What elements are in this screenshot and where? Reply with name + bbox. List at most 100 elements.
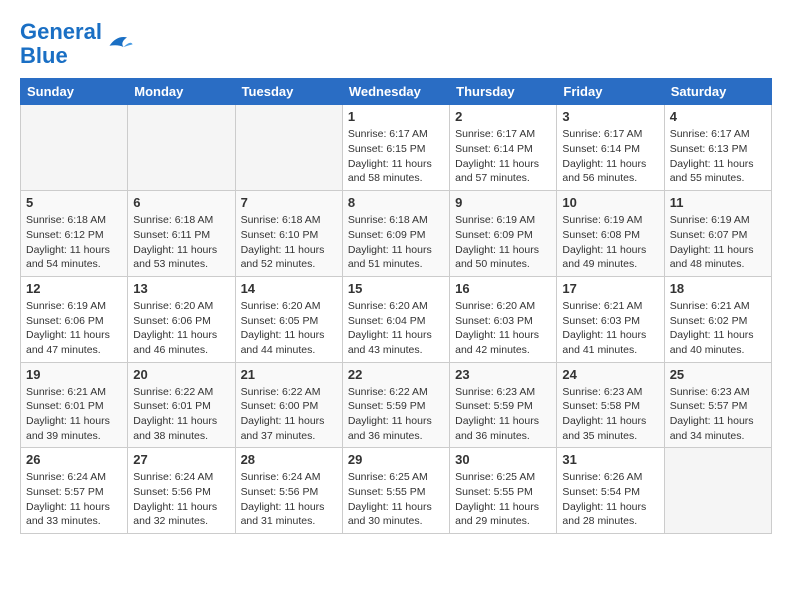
day-number: 10 xyxy=(562,195,658,210)
day-number: 8 xyxy=(348,195,444,210)
day-info: Sunrise: 6:18 AM Sunset: 6:09 PM Dayligh… xyxy=(348,213,444,272)
column-header-sunday: Sunday xyxy=(21,79,128,105)
day-number: 5 xyxy=(26,195,122,210)
day-info: Sunrise: 6:24 AM Sunset: 5:57 PM Dayligh… xyxy=(26,470,122,529)
day-info: Sunrise: 6:25 AM Sunset: 5:55 PM Dayligh… xyxy=(455,470,551,529)
calendar-cell: 21Sunrise: 6:22 AM Sunset: 6:00 PM Dayli… xyxy=(235,362,342,448)
day-info: Sunrise: 6:19 AM Sunset: 6:08 PM Dayligh… xyxy=(562,213,658,272)
calendar-cell xyxy=(664,448,771,534)
calendar-cell: 9 Sunrise: 6:19 AM Sunset: 6:09 PM Daylig… xyxy=(450,191,557,277)
day-number: 30 xyxy=(455,452,551,467)
day-number: 31 xyxy=(562,452,658,467)
day-info: Sunrise: 6:23 AM Sunset: 5:59 PM Dayligh… xyxy=(455,385,551,444)
day-info: Sunrise: 6:18 AM Sunset: 6:11 PM Dayligh… xyxy=(133,213,229,272)
day-info: Sunrise: 6:20 AM Sunset: 6:04 PM Dayligh… xyxy=(348,299,444,358)
logo: GeneralBlue xyxy=(20,20,134,68)
calendar-table: SundayMondayTuesdayWednesdayThursdayFrid… xyxy=(20,78,772,534)
day-number: 28 xyxy=(241,452,337,467)
day-number: 18 xyxy=(670,281,766,296)
day-number: 13 xyxy=(133,281,229,296)
calendar-cell xyxy=(21,105,128,191)
day-info: Sunrise: 6:21 AM Sunset: 6:01 PM Dayligh… xyxy=(26,385,122,444)
day-number: 11 xyxy=(670,195,766,210)
day-number: 26 xyxy=(26,452,122,467)
calendar-cell: 16 Sunrise: 6:20 AM Sunset: 6:03 PM Dayli… xyxy=(450,276,557,362)
calendar-cell: 4Sunrise: 6:17 AM Sunset: 6:13 PM Daylig… xyxy=(664,105,771,191)
calendar-cell: 23 Sunrise: 6:23 AM Sunset: 5:59 PM Dayli… xyxy=(450,362,557,448)
day-number: 9 xyxy=(455,195,551,210)
day-number: 22 xyxy=(348,367,444,382)
calendar-cell: 7Sunrise: 6:18 AM Sunset: 6:10 PM Daylig… xyxy=(235,191,342,277)
calendar-week-row: 12Sunrise: 6:19 AM Sunset: 6:06 PM Dayli… xyxy=(21,276,772,362)
calendar-week-row: 1 Sunrise: 6:17 AM Sunset: 6:15 PM Daylig… xyxy=(21,105,772,191)
calendar-cell: 15 Sunrise: 6:20 AM Sunset: 6:04 PM Dayli… xyxy=(342,276,449,362)
day-info: Sunrise: 6:24 AM Sunset: 5:56 PM Dayligh… xyxy=(241,470,337,529)
day-info: Sunrise: 6:17 AM Sunset: 6:14 PM Dayligh… xyxy=(455,127,551,186)
day-number: 15 xyxy=(348,281,444,296)
calendar-cell: 30 Sunrise: 6:25 AM Sunset: 5:55 PM Dayli… xyxy=(450,448,557,534)
day-info: Sunrise: 6:19 AM Sunset: 6:07 PM Dayligh… xyxy=(670,213,766,272)
calendar-cell: 18 Sunrise: 6:21 AM Sunset: 6:02 PM Dayli… xyxy=(664,276,771,362)
calendar-cell: 24Sunrise: 6:23 AM Sunset: 5:58 PM Dayli… xyxy=(557,362,664,448)
calendar-cell: 26 Sunrise: 6:24 AM Sunset: 5:57 PM Dayli… xyxy=(21,448,128,534)
day-number: 6 xyxy=(133,195,229,210)
column-header-thursday: Thursday xyxy=(450,79,557,105)
day-info: Sunrise: 6:17 AM Sunset: 6:14 PM Dayligh… xyxy=(562,127,658,186)
column-header-monday: Monday xyxy=(128,79,235,105)
calendar-cell: 8 Sunrise: 6:18 AM Sunset: 6:09 PM Daylig… xyxy=(342,191,449,277)
page-header: GeneralBlue xyxy=(20,20,772,68)
day-info: Sunrise: 6:23 AM Sunset: 5:57 PM Dayligh… xyxy=(670,385,766,444)
day-info: Sunrise: 6:21 AM Sunset: 6:02 PM Dayligh… xyxy=(670,299,766,358)
day-number: 27 xyxy=(133,452,229,467)
calendar-cell xyxy=(235,105,342,191)
logo-bird-icon xyxy=(106,30,134,58)
column-header-tuesday: Tuesday xyxy=(235,79,342,105)
day-info: Sunrise: 6:21 AM Sunset: 6:03 PM Dayligh… xyxy=(562,299,658,358)
day-info: Sunrise: 6:22 AM Sunset: 6:01 PM Dayligh… xyxy=(133,385,229,444)
calendar-cell xyxy=(128,105,235,191)
calendar-cell: 27 Sunrise: 6:24 AM Sunset: 5:56 PM Dayli… xyxy=(128,448,235,534)
calendar-cell: 17Sunrise: 6:21 AM Sunset: 6:03 PM Dayli… xyxy=(557,276,664,362)
day-number: 23 xyxy=(455,367,551,382)
day-info: Sunrise: 6:17 AM Sunset: 6:15 PM Dayligh… xyxy=(348,127,444,186)
calendar-cell: 3Sunrise: 6:17 AM Sunset: 6:14 PM Daylig… xyxy=(557,105,664,191)
calendar-week-row: 19 Sunrise: 6:21 AM Sunset: 6:01 PM Dayli… xyxy=(21,362,772,448)
day-number: 19 xyxy=(26,367,122,382)
day-info: Sunrise: 6:18 AM Sunset: 6:10 PM Dayligh… xyxy=(241,213,337,272)
day-number: 2 xyxy=(455,109,551,124)
calendar-cell: 13 Sunrise: 6:20 AM Sunset: 6:06 PM Dayli… xyxy=(128,276,235,362)
day-info: Sunrise: 6:17 AM Sunset: 6:13 PM Dayligh… xyxy=(670,127,766,186)
calendar-cell: 31Sunrise: 6:26 AM Sunset: 5:54 PM Dayli… xyxy=(557,448,664,534)
calendar-cell: 25 Sunrise: 6:23 AM Sunset: 5:57 PM Dayli… xyxy=(664,362,771,448)
calendar-week-row: 5 Sunrise: 6:18 AM Sunset: 6:12 PM Daylig… xyxy=(21,191,772,277)
day-info: Sunrise: 6:20 AM Sunset: 6:05 PM Dayligh… xyxy=(241,299,337,358)
calendar-cell: 19 Sunrise: 6:21 AM Sunset: 6:01 PM Dayli… xyxy=(21,362,128,448)
calendar-cell: 2 Sunrise: 6:17 AM Sunset: 6:14 PM Daylig… xyxy=(450,105,557,191)
day-info: Sunrise: 6:25 AM Sunset: 5:55 PM Dayligh… xyxy=(348,470,444,529)
day-number: 29 xyxy=(348,452,444,467)
calendar-cell: 20 Sunrise: 6:22 AM Sunset: 6:01 PM Dayli… xyxy=(128,362,235,448)
calendar-cell: 14 Sunrise: 6:20 AM Sunset: 6:05 PM Dayli… xyxy=(235,276,342,362)
day-number: 16 xyxy=(455,281,551,296)
day-number: 14 xyxy=(241,281,337,296)
day-info: Sunrise: 6:23 AM Sunset: 5:58 PM Dayligh… xyxy=(562,385,658,444)
column-header-friday: Friday xyxy=(557,79,664,105)
column-header-wednesday: Wednesday xyxy=(342,79,449,105)
calendar-cell: 28 Sunrise: 6:24 AM Sunset: 5:56 PM Dayli… xyxy=(235,448,342,534)
calendar-cell: 5 Sunrise: 6:18 AM Sunset: 6:12 PM Daylig… xyxy=(21,191,128,277)
day-info: Sunrise: 6:19 AM Sunset: 6:09 PM Dayligh… xyxy=(455,213,551,272)
day-info: Sunrise: 6:18 AM Sunset: 6:12 PM Dayligh… xyxy=(26,213,122,272)
day-info: Sunrise: 6:20 AM Sunset: 6:03 PM Dayligh… xyxy=(455,299,551,358)
calendar-cell: 11 Sunrise: 6:19 AM Sunset: 6:07 PM Dayli… xyxy=(664,191,771,277)
calendar-cell: 29 Sunrise: 6:25 AM Sunset: 5:55 PM Dayli… xyxy=(342,448,449,534)
day-number: 21 xyxy=(241,367,337,382)
day-number: 1 xyxy=(348,109,444,124)
day-info: Sunrise: 6:20 AM Sunset: 6:06 PM Dayligh… xyxy=(133,299,229,358)
calendar-cell: 12Sunrise: 6:19 AM Sunset: 6:06 PM Dayli… xyxy=(21,276,128,362)
calendar-cell: 22Sunrise: 6:22 AM Sunset: 5:59 PM Dayli… xyxy=(342,362,449,448)
day-info: Sunrise: 6:24 AM Sunset: 5:56 PM Dayligh… xyxy=(133,470,229,529)
day-number: 20 xyxy=(133,367,229,382)
day-number: 25 xyxy=(670,367,766,382)
day-info: Sunrise: 6:19 AM Sunset: 6:06 PM Dayligh… xyxy=(26,299,122,358)
calendar-cell: 1 Sunrise: 6:17 AM Sunset: 6:15 PM Daylig… xyxy=(342,105,449,191)
